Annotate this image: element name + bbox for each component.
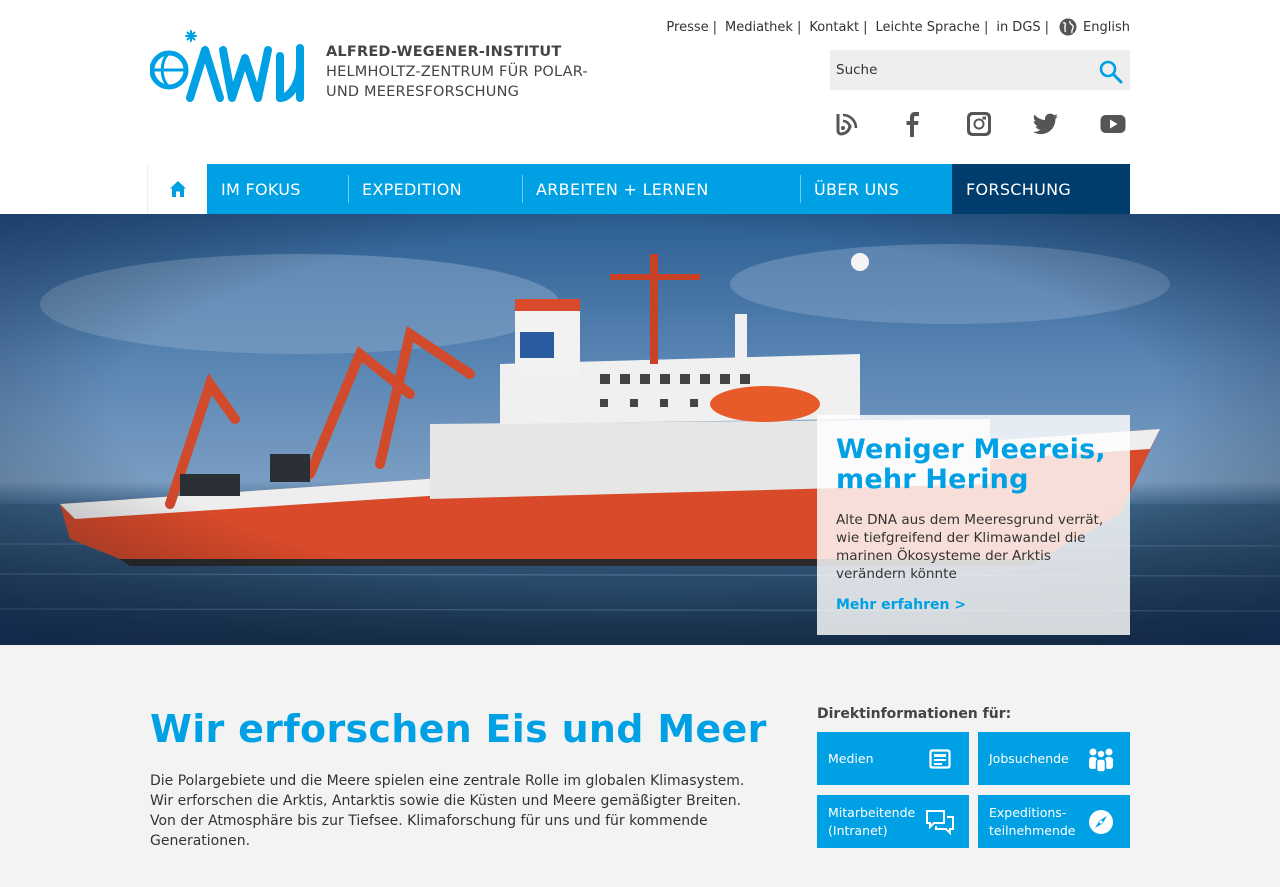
hero-teaser-card: Weniger Meereis, mehr Hering Alte DNA au… <box>817 415 1130 635</box>
tile-label-line-2: (Intranet) <box>828 822 888 838</box>
meta-link-presse[interactable]: Presse <box>666 20 708 35</box>
twitter-icon[interactable] <box>1030 108 1062 140</box>
newspaper-icon <box>925 744 955 774</box>
tile-label: Mitarbeitende (Intranet) <box>828 804 915 840</box>
tile-label: Expeditions- teilnehmende <box>989 804 1076 840</box>
search-box <box>830 50 1130 90</box>
meta-separator: | <box>712 19 718 35</box>
chat-icon <box>925 807 955 837</box>
tile-label-line-1: Medien <box>828 750 874 766</box>
meta-separator: | <box>796 19 802 35</box>
nav-item-expedition[interactable]: EXPEDITION <box>348 164 522 214</box>
site-header: ALFRED-WEGENER-INSTITUT HELMHOLTZ-ZENTRU… <box>0 0 1280 164</box>
logo-text[interactable]: ALFRED-WEGENER-INSTITUT HELMHOLTZ-ZENTRU… <box>326 42 588 102</box>
logo-line-2: HELMHOLTZ-ZENTRUM FÜR POLAR- <box>326 64 588 80</box>
direct-tile-jobsuchende[interactable]: Jobsuchende <box>978 732 1130 785</box>
nav-item-im-fokus[interactable]: IM FOKUS <box>207 164 348 214</box>
nav-item-ueber-uns[interactable]: ÜBER UNS <box>800 164 952 214</box>
logo-line-3: UND MEERESFORSCHUNG <box>326 84 520 100</box>
intro-text: Die Polargebiete und die Meere spielen e… <box>150 773 745 849</box>
meta-link-dgs[interactable]: in DGS <box>996 20 1040 35</box>
tile-label: Medien <box>828 750 874 768</box>
language-label[interactable]: English <box>1083 20 1130 35</box>
youtube-icon[interactable] <box>1097 108 1129 140</box>
awi-logo-icon[interactable] <box>150 28 320 104</box>
nav-item-forschung[interactable]: FORSCHUNG <box>952 164 1130 214</box>
globe-icon <box>1059 18 1077 36</box>
search-icon[interactable] <box>1098 58 1124 84</box>
language-switch[interactable]: English <box>1059 18 1130 36</box>
teaser-title[interactable]: Weniger Meereis, mehr Hering <box>836 435 1111 495</box>
direct-info-title: Direktinformationen für: <box>817 706 1012 722</box>
meta-nav: Presse | Mediathek | Kontakt | Leichte S… <box>666 18 1130 36</box>
meta-separator: | <box>983 19 989 35</box>
compass-icon <box>1086 807 1116 837</box>
direct-tile-medien[interactable]: Medien <box>817 732 969 785</box>
search-input[interactable] <box>830 50 1090 90</box>
direct-tile-mitarbeitende[interactable]: Mitarbeitende (Intranet) <box>817 795 969 848</box>
tile-label-line-2: teilnehmende <box>989 822 1076 838</box>
blog-icon[interactable] <box>830 108 862 140</box>
instagram-icon[interactable] <box>963 108 995 140</box>
direct-tile-expeditionsteilnehmende[interactable]: Expeditions- teilnehmende <box>978 795 1130 848</box>
intro-section: Wir erforschen Eis und Meer Die Polargeb… <box>0 645 1280 887</box>
meta-link-mediathek[interactable]: Mediathek <box>725 20 793 35</box>
meta-separator: | <box>1044 19 1050 35</box>
facebook-icon[interactable] <box>896 108 928 140</box>
meta-separator: | <box>863 19 868 35</box>
tile-label-line-1: Mitarbeitende <box>828 804 916 820</box>
teaser-title-line-1: Weniger Meereis, <box>836 434 1106 465</box>
teaser-text: Alte DNA aus dem Meeresgrund verrät, wie… <box>836 512 1104 582</box>
social-links <box>830 108 1130 144</box>
main-navigation: IM FOKUS EXPEDITION ARBEITEN + LERNEN ÜB… <box>147 164 1130 214</box>
main-nav-group: IM FOKUS EXPEDITION ARBEITEN + LERNEN ÜB… <box>207 164 952 214</box>
teaser-more-link[interactable]: Mehr erfahren > <box>836 597 1111 613</box>
home-button[interactable] <box>147 164 207 214</box>
intro-title: Wir erforschen Eis und Meer <box>150 707 767 751</box>
tile-label-line-1: Jobsuchende <box>989 750 1069 766</box>
teaser-title-line-2: mehr Hering <box>836 464 1029 495</box>
nav-item-arbeiten-lernen[interactable]: ARBEITEN + LERNEN <box>522 164 800 214</box>
logo-line-1: ALFRED-WEGENER-INSTITUT <box>326 44 562 60</box>
meta-link-leichte-sprache[interactable]: Leichte Sprache <box>875 20 979 35</box>
people-icon <box>1086 744 1116 774</box>
tile-label-line-1: Expeditions- <box>989 804 1067 820</box>
tile-label: Jobsuchende <box>989 750 1069 768</box>
meta-link-kontakt[interactable]: Kontakt <box>809 20 859 35</box>
home-icon <box>169 181 186 197</box>
